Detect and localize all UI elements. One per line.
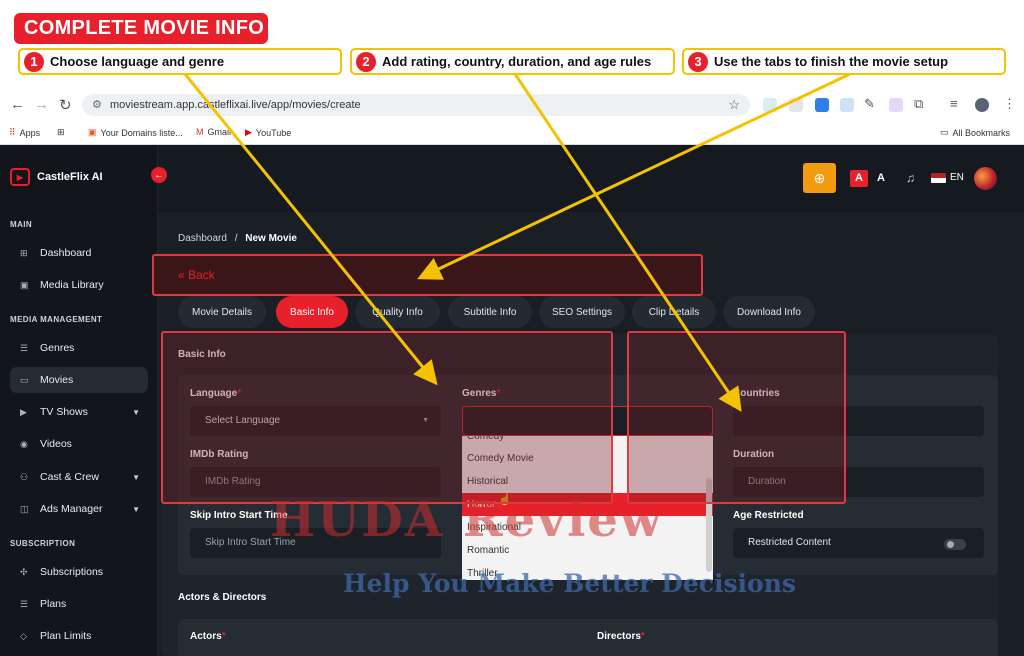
arrow-step-2 bbox=[513, 73, 742, 412]
annotation-arrows bbox=[183, 72, 851, 412]
arrow-step-1 bbox=[183, 73, 438, 386]
arrow-step-3 bbox=[417, 72, 851, 280]
